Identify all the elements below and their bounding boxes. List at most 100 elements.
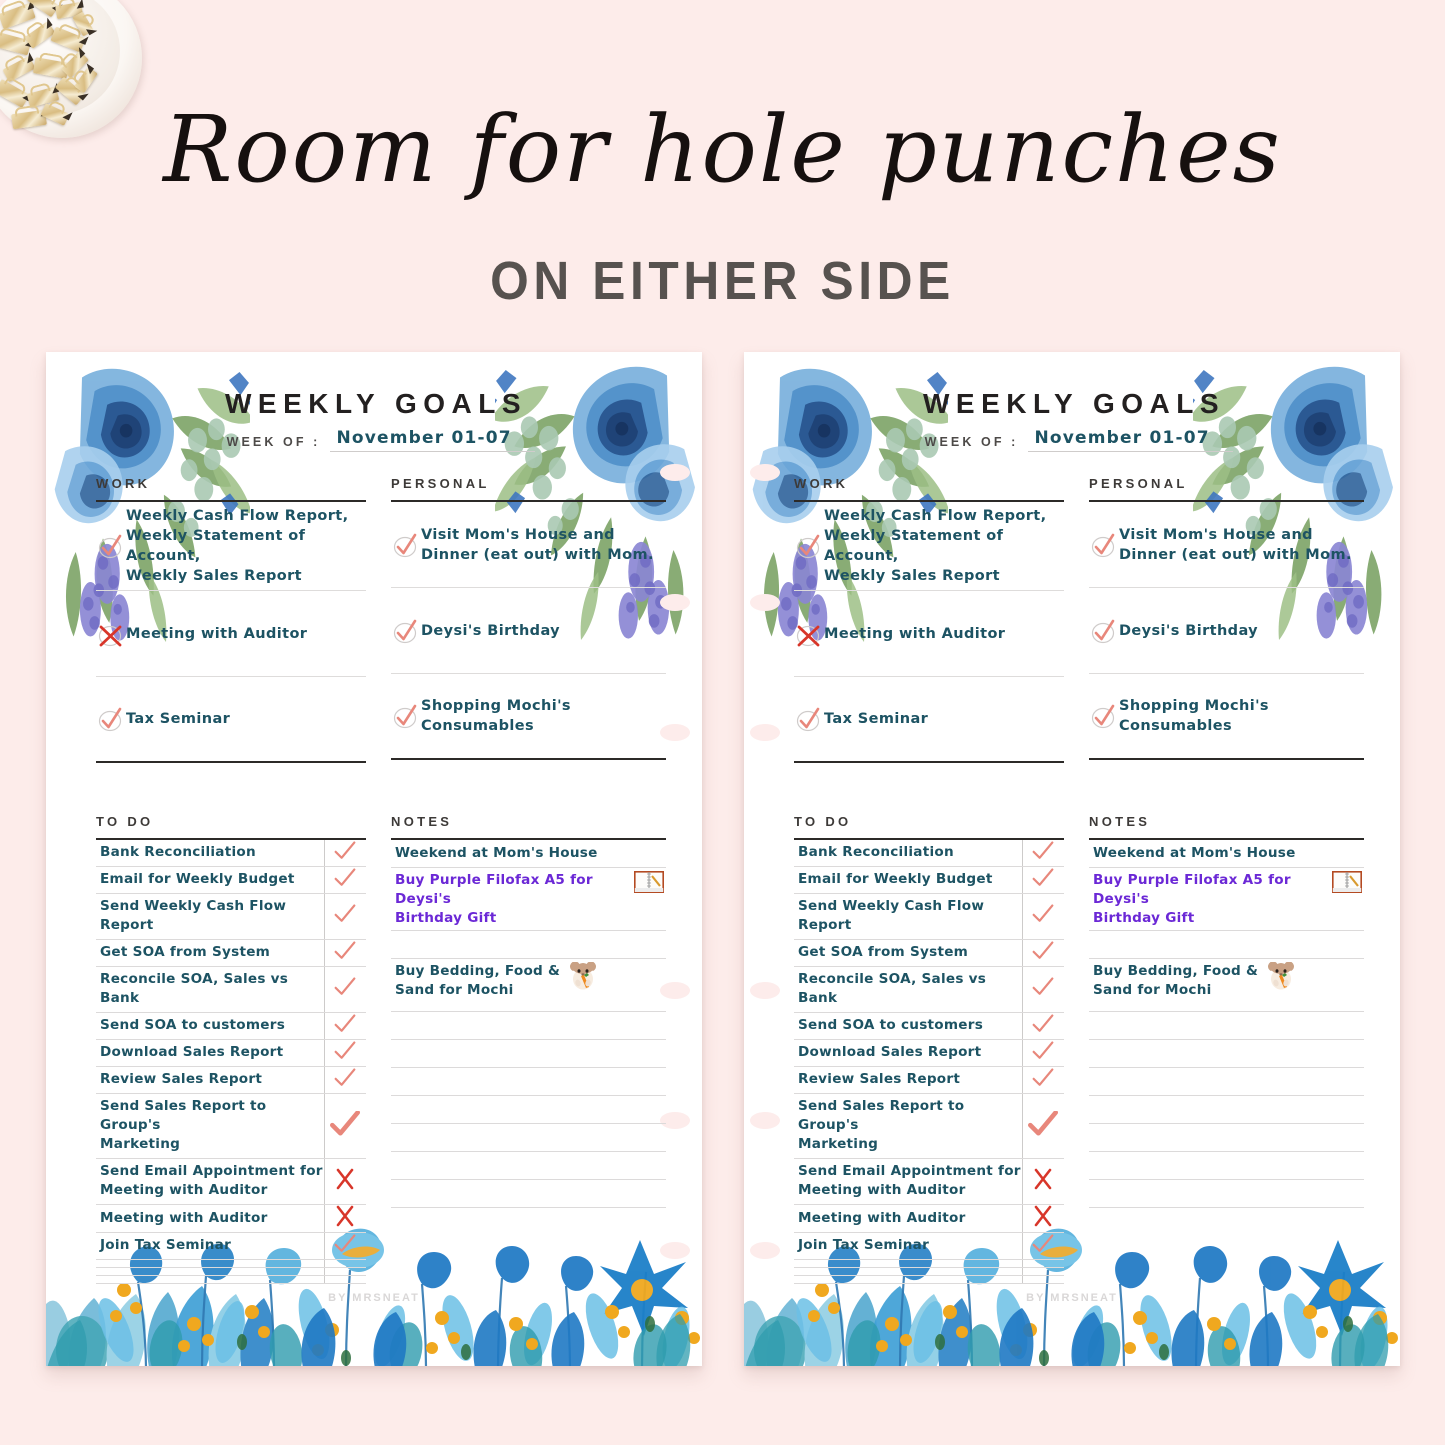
- todo-check-cell[interactable]: [323, 1066, 366, 1094]
- note-line[interactable]: [1089, 1180, 1364, 1208]
- todo-check-cell[interactable]: [1021, 1066, 1064, 1094]
- note-line[interactable]: [1089, 1096, 1364, 1124]
- goal-mark[interactable]: [96, 533, 126, 559]
- todo-row[interactable]: Email for Weekly Budget: [96, 866, 366, 894]
- note-line[interactable]: [1089, 931, 1364, 959]
- todo-row[interactable]: Download Sales Report: [794, 1039, 1064, 1067]
- todo-row[interactable]: Send SOA to customers: [96, 1012, 366, 1040]
- todo-row[interactable]: Email for Weekly Budget: [794, 866, 1064, 894]
- todo-check-cell[interactable]: [323, 966, 366, 1013]
- week-of-value[interactable]: November 01-07: [330, 428, 536, 452]
- note-line[interactable]: [1089, 1040, 1364, 1068]
- todo-row[interactable]: Review Sales Report: [96, 1066, 366, 1094]
- todo-check-cell[interactable]: [323, 893, 366, 940]
- todo-check-cell[interactable]: [323, 1232, 366, 1260]
- goal-row[interactable]: Tax Seminar: [96, 677, 366, 763]
- todo-row[interactable]: Meeting with Auditor: [96, 1204, 366, 1233]
- todo-row[interactable]: Bank Reconciliation: [794, 840, 1064, 867]
- note-line[interactable]: [391, 1124, 666, 1152]
- goal-row[interactable]: Shopping Mochi's Consumables: [1089, 674, 1364, 760]
- goal-mark[interactable]: [391, 618, 421, 644]
- todo-row[interactable]: [794, 1275, 1064, 1284]
- note-line[interactable]: [1089, 1012, 1364, 1040]
- todo-check-cell[interactable]: [323, 1093, 366, 1159]
- goal-row[interactable]: Visit Mom's House and Dinner (eat out) w…: [1089, 502, 1364, 588]
- note-line[interactable]: [391, 1096, 666, 1124]
- note-line[interactable]: [391, 931, 666, 959]
- todo-row[interactable]: Join Tax Seminar: [96, 1232, 366, 1260]
- goal-mark[interactable]: [794, 621, 824, 647]
- todo-row[interactable]: [96, 1267, 366, 1276]
- planner-page-left[interactable]: WEEKLY GOALS WEEK OF : November 01-07 WO…: [46, 352, 702, 1366]
- note-line[interactable]: [391, 1068, 666, 1096]
- goal-row[interactable]: Shopping Mochi's Consumables: [391, 674, 666, 760]
- todo-check-cell[interactable]: [1021, 1012, 1064, 1040]
- todo-row[interactable]: Send Weekly Cash Flow Report: [96, 893, 366, 940]
- note-line[interactable]: Buy Bedding, Food & Sand for Mochi: [1089, 959, 1364, 1012]
- todo-check-cell[interactable]: [323, 866, 366, 894]
- goal-mark[interactable]: [96, 706, 126, 732]
- todo-row[interactable]: Send Email Appointment for Meeting with …: [96, 1158, 366, 1205]
- todo-check-cell[interactable]: [1021, 966, 1064, 1013]
- todo-check-cell[interactable]: [1021, 1093, 1064, 1159]
- note-line[interactable]: [391, 1180, 666, 1208]
- todo-check-cell[interactable]: [1021, 1204, 1064, 1233]
- todo-check-cell[interactable]: [1021, 1232, 1064, 1260]
- todo-row[interactable]: [96, 1259, 366, 1268]
- planner-page-right[interactable]: WEEKLY GOALS WEEK OF : November 01-07 WO…: [744, 352, 1400, 1366]
- goal-row[interactable]: Deysi's Birthday: [1089, 588, 1364, 674]
- todo-check-cell[interactable]: [1021, 1275, 1064, 1284]
- todo-check-cell[interactable]: [1021, 1259, 1064, 1268]
- todo-row[interactable]: Review Sales Report: [794, 1066, 1064, 1094]
- todo-row[interactable]: Send Sales Report to Group's Marketing: [794, 1093, 1064, 1159]
- goal-row[interactable]: Deysi's Birthday: [391, 588, 666, 674]
- todo-row[interactable]: Send Weekly Cash Flow Report: [794, 893, 1064, 940]
- todo-row[interactable]: [794, 1267, 1064, 1276]
- goal-mark[interactable]: [1089, 618, 1119, 644]
- todo-check-cell[interactable]: [323, 1158, 366, 1205]
- todo-row[interactable]: Send Sales Report to Group's Marketing: [96, 1093, 366, 1159]
- todo-check-cell[interactable]: [1021, 939, 1064, 967]
- todo-check-cell[interactable]: [323, 1267, 366, 1276]
- todo-check-cell[interactable]: [323, 939, 366, 967]
- todo-check-cell[interactable]: [1021, 1267, 1064, 1276]
- todo-row[interactable]: Join Tax Seminar: [794, 1232, 1064, 1260]
- todo-row[interactable]: Get SOA from System: [794, 939, 1064, 967]
- note-line[interactable]: [1089, 1152, 1364, 1180]
- goal-row[interactable]: Weekly Cash Flow Report, Weekly Statemen…: [794, 502, 1064, 591]
- todo-check-cell[interactable]: [1021, 840, 1064, 867]
- note-line[interactable]: Buy Purple Filofax A5 for Deysi's Birthd…: [391, 868, 666, 931]
- todo-row[interactable]: Meeting with Auditor: [794, 1204, 1064, 1233]
- todo-check-cell[interactable]: [1021, 1158, 1064, 1205]
- goal-mark[interactable]: [96, 621, 126, 647]
- note-line[interactable]: Weekend at Mom's House: [391, 840, 666, 868]
- note-line[interactable]: [1089, 1068, 1364, 1096]
- goal-row[interactable]: Meeting with Auditor: [794, 591, 1064, 677]
- note-line[interactable]: [391, 1152, 666, 1180]
- todo-row[interactable]: [96, 1275, 366, 1284]
- todo-check-cell[interactable]: [323, 1039, 366, 1067]
- note-line[interactable]: Buy Purple Filofax A5 for Deysi's Birthd…: [1089, 868, 1364, 931]
- todo-check-cell[interactable]: [1021, 1039, 1064, 1067]
- todo-row[interactable]: Download Sales Report: [96, 1039, 366, 1067]
- todo-check-cell[interactable]: [1021, 893, 1064, 940]
- goal-mark[interactable]: [391, 703, 421, 729]
- goal-mark[interactable]: [391, 532, 421, 558]
- todo-check-cell[interactable]: [323, 840, 366, 867]
- todo-check-cell[interactable]: [323, 1259, 366, 1268]
- week-of-value[interactable]: November 01-07: [1028, 428, 1234, 452]
- note-line[interactable]: Buy Bedding, Food & Sand for Mochi: [391, 959, 666, 1012]
- goal-row[interactable]: Weekly Cash Flow Report, Weekly Statemen…: [96, 502, 366, 591]
- goal-row[interactable]: Visit Mom's House and Dinner (eat out) w…: [391, 502, 666, 588]
- todo-row[interactable]: Bank Reconciliation: [96, 840, 366, 867]
- todo-row[interactable]: Send Email Appointment for Meeting with …: [794, 1158, 1064, 1205]
- note-line[interactable]: Weekend at Mom's House: [1089, 840, 1364, 868]
- goal-row[interactable]: Meeting with Auditor: [96, 591, 366, 677]
- note-line[interactable]: [1089, 1124, 1364, 1152]
- note-line[interactable]: [391, 1040, 666, 1068]
- todo-check-cell[interactable]: [323, 1204, 366, 1233]
- goal-row[interactable]: Tax Seminar: [794, 677, 1064, 763]
- goal-mark[interactable]: [794, 533, 824, 559]
- goal-mark[interactable]: [1089, 703, 1119, 729]
- note-line[interactable]: [391, 1012, 666, 1040]
